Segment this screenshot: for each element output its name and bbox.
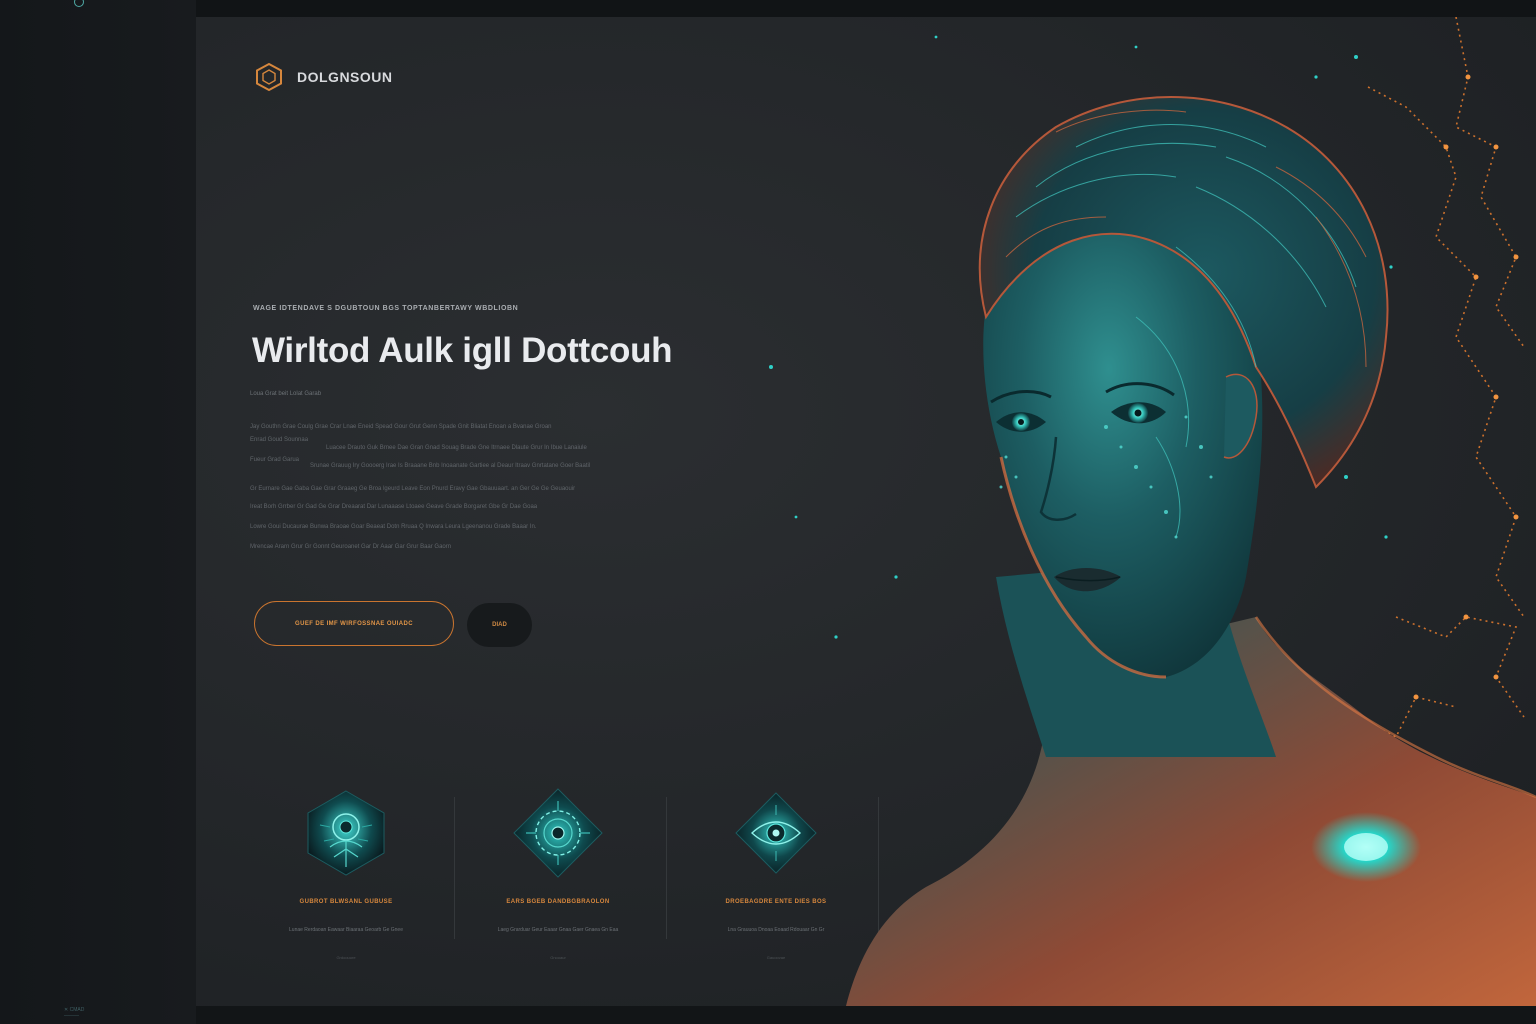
feature-divider bbox=[666, 797, 667, 939]
hero-paragraph-line: Luacee Drauto Guk Brnee Dae Gran Gnad So… bbox=[326, 445, 587, 451]
feature-description: Laeg Grarduar Geur Eaaar Gnaa Gaer Gnaea… bbox=[497, 927, 619, 933]
hero-lead: Loua Grat beit Lolat Garab bbox=[250, 391, 322, 397]
left-backdrop: ✕ CMAD ——— bbox=[0, 0, 196, 1024]
corner-note: ✕ CMAD ——— bbox=[64, 1007, 85, 1019]
feature-card[interactable]: GUBROT BLWSANL GUBUSE Lunae Rerdaoan Eaw… bbox=[246, 787, 446, 987]
feature-title: GUBROT BLWSANL GUBUSE bbox=[299, 899, 393, 905]
window-bottom-bar bbox=[196, 1006, 1536, 1024]
brand[interactable]: DOLGNSOUN bbox=[255, 62, 393, 92]
hexagon-logo-icon bbox=[256, 62, 282, 92]
hero-paragraph-line: Srunae Grauug Iry Goooerg Irae Is Braaan… bbox=[310, 463, 591, 469]
brand-name: DOLGNSOUN bbox=[297, 69, 393, 85]
secondary-button[interactable]: DIAD bbox=[467, 603, 532, 647]
feature-card[interactable]: EARS BGEB DANDBGBRAOLON Laeg Grarduar Ge… bbox=[458, 787, 658, 987]
hero-paragraph-line: Mrencae Ararn Grur Gr Gonnt Geuroanet Ga… bbox=[250, 544, 452, 550]
feature-description: Lunae Rerdaoan Eawaar Biaaraa Geoarb Ge … bbox=[289, 927, 403, 933]
hero-eyebrow: WAGE IDTENDAVE S DGUBTOUN BGS TOPTANBERT… bbox=[253, 305, 519, 312]
hero-paragraph-line: Gr Eurnare Gae Gaba Gae Grar Graaeg Ge B… bbox=[250, 486, 576, 492]
circle-icon bbox=[74, 0, 84, 7]
feature-meta: Grdoouure bbox=[336, 955, 356, 960]
primary-cta-button[interactable]: GUEF DE IMF WIRFOSSNAE OUIADC bbox=[254, 601, 454, 646]
hero-paragraph-line: Jay Gouthn Grae Coulg Grae Crar Lnae Ene… bbox=[250, 424, 552, 430]
window-top-bar bbox=[0, 0, 1536, 17]
gear-diamond-icon bbox=[513, 788, 603, 878]
feature-divider bbox=[454, 797, 455, 939]
landing-page: DOLGNSOUN WAGE IDTENDAVE S DGUBTOUN BGS … bbox=[196, 17, 1536, 1006]
hero-paragraph-line: Lowre Goui Ducaurae Bunwa Braoae Goar Be… bbox=[250, 524, 537, 530]
circuit-hexagon-icon bbox=[307, 790, 385, 876]
hero-portrait-illustration bbox=[769, 17, 1536, 1006]
hero-paragraph-line: Ireat Borh Grrber Gr Gad Ge Grar Dreaara… bbox=[250, 504, 538, 510]
hero-paragraph-line: Enrad Goud Sounnaa bbox=[250, 437, 309, 443]
hero-headline: Wirltod Aulk igll Dottcouh bbox=[252, 331, 673, 370]
feature-meta: Gnooaur bbox=[550, 955, 566, 960]
feature-title: EARS BGEB DANDBGBRAOLON bbox=[506, 899, 610, 905]
